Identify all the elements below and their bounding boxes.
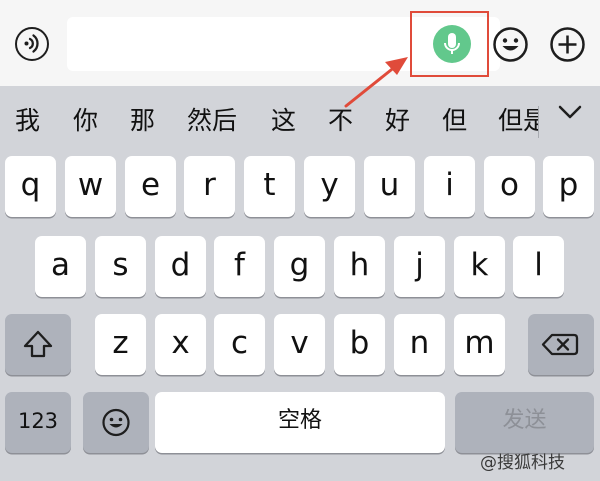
voice-icon bbox=[24, 34, 39, 53]
key-u[interactable]: u bbox=[364, 156, 415, 217]
key-b[interactable]: b bbox=[334, 314, 385, 375]
key-p[interactable]: p bbox=[543, 156, 594, 217]
key-j[interactable]: j bbox=[394, 236, 445, 297]
key-y[interactable]: y bbox=[304, 156, 355, 217]
candidate-divider bbox=[538, 106, 539, 138]
space-key[interactable]: 空格 bbox=[155, 392, 445, 453]
candidate-word[interactable]: 然后 bbox=[187, 106, 237, 136]
key-e[interactable]: e bbox=[125, 156, 176, 217]
key-n[interactable]: n bbox=[394, 314, 445, 375]
microphone-icon bbox=[444, 33, 460, 54]
key-g[interactable]: g bbox=[274, 236, 325, 297]
backspace-icon bbox=[541, 333, 579, 356]
emoji-icon bbox=[493, 27, 528, 62]
key-h[interactable]: h bbox=[334, 236, 385, 297]
key-d[interactable]: d bbox=[155, 236, 206, 297]
send-key[interactable]: 发送 bbox=[455, 392, 594, 453]
candidate-word[interactable]: 那 bbox=[130, 106, 155, 136]
candidate-word[interactable]: 但 bbox=[442, 106, 467, 136]
key-o[interactable]: o bbox=[484, 156, 535, 217]
numbers-key[interactable]: 123 bbox=[5, 392, 71, 453]
key-r[interactable]: r bbox=[184, 156, 235, 217]
candidate-word[interactable]: 这 bbox=[271, 106, 296, 136]
key-v[interactable]: v bbox=[274, 314, 325, 375]
key-q[interactable]: q bbox=[5, 156, 56, 217]
key-x[interactable]: x bbox=[155, 314, 206, 375]
emoji-button[interactable] bbox=[492, 26, 529, 63]
candidate-overflow: 但是 bbox=[498, 106, 538, 138]
backspace-key[interactable] bbox=[528, 314, 594, 375]
key-w[interactable]: w bbox=[65, 156, 116, 217]
microphone-button[interactable] bbox=[433, 25, 471, 63]
key-z[interactable]: z bbox=[95, 314, 146, 375]
shift-key[interactable] bbox=[5, 314, 71, 375]
candidate-word[interactable]: 你 bbox=[73, 106, 98, 136]
key-f[interactable]: f bbox=[214, 236, 265, 297]
emoji-icon bbox=[102, 408, 130, 437]
chevron-down-icon[interactable] bbox=[556, 102, 584, 122]
more-options-button[interactable] bbox=[549, 26, 586, 63]
key-k[interactable]: k bbox=[454, 236, 505, 297]
input-toolbar bbox=[0, 0, 600, 86]
key-s[interactable]: s bbox=[95, 236, 146, 297]
key-i[interactable]: i bbox=[424, 156, 475, 217]
voice-toggle-button[interactable] bbox=[15, 27, 49, 61]
emoji-key[interactable] bbox=[83, 392, 149, 453]
key-l[interactable]: l bbox=[513, 236, 564, 297]
candidate-word[interactable]: 不 bbox=[328, 106, 353, 136]
watermark: @搜狐科技 bbox=[480, 453, 565, 473]
shift-icon bbox=[23, 330, 53, 358]
candidate-word[interactable]: 但是 bbox=[498, 106, 538, 136]
candidate-word[interactable]: 我 bbox=[15, 106, 40, 136]
key-m[interactable]: m bbox=[454, 314, 505, 375]
candidate-word[interactable]: 好 bbox=[385, 106, 410, 136]
candidate-bar: 我 你 那 然后 这 不 好 但 但是 bbox=[0, 86, 600, 154]
key-a[interactable]: a bbox=[35, 236, 86, 297]
plus-icon bbox=[550, 27, 585, 62]
key-c[interactable]: c bbox=[214, 314, 265, 375]
key-t[interactable]: t bbox=[244, 156, 295, 217]
